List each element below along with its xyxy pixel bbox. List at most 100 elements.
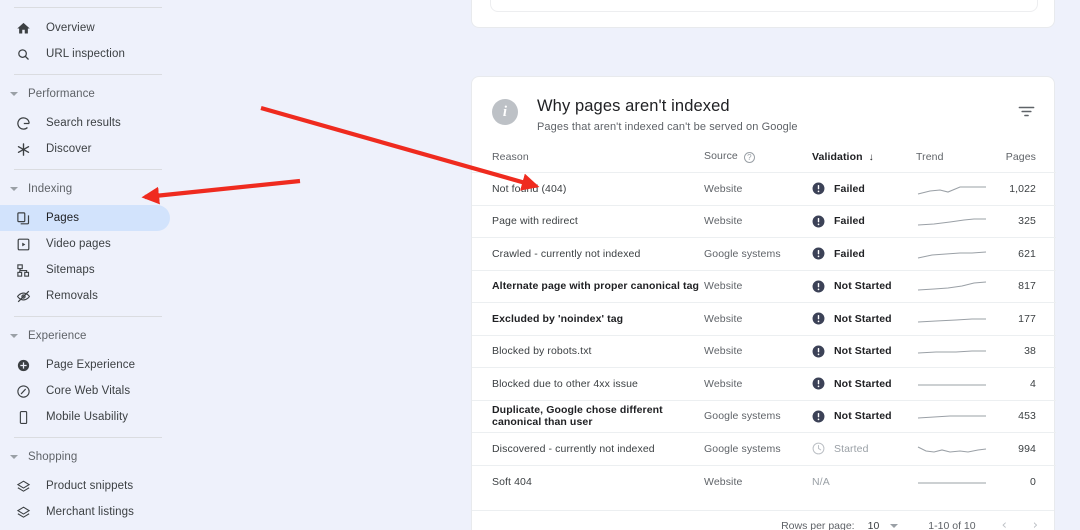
trend-sparkline <box>917 415 986 419</box>
home-icon <box>14 19 32 37</box>
cell-reason: Soft 404 <box>472 464 704 498</box>
table-row[interactable]: Blocked by robots.txt Website Not Started 3… <box>472 334 1056 368</box>
sidebar-item-discover[interactable]: Discover <box>0 136 170 162</box>
sidebar-item-merchant-listings[interactable]: Merchant listings <box>0 499 170 525</box>
validation-status-text: Not Started <box>834 410 892 423</box>
table-row[interactable]: Not found (404) Website Failed 1,022 <box>472 172 1056 205</box>
sidebar-item-label: Pages <box>46 212 80 224</box>
cell-pages: 0 <box>1002 464 1056 498</box>
validation-status-text: Not Started <box>834 280 892 293</box>
sidebar-item-overview[interactable]: Overview <box>0 15 170 41</box>
sidebar-item-label: Mobile Usability <box>46 411 129 423</box>
column-header-source[interactable]: Source? <box>704 150 812 173</box>
table-pagination: Rows per page: 10 1-10 of 10 ‹ › <box>472 510 1054 530</box>
table-row[interactable]: Discovered - currently not indexed Google… <box>472 432 1056 465</box>
error-exclamation-icon <box>812 345 825 358</box>
error-exclamation-icon <box>812 377 825 390</box>
error-exclamation-icon <box>812 312 825 325</box>
sidebar-section-performance[interactable]: Performance <box>0 82 170 106</box>
cell-validation: Not Started <box>812 399 916 433</box>
sidebar-item-pages[interactable]: Pages <box>0 205 170 231</box>
sidebar-item-core-web-vitals[interactable]: Core Web Vitals <box>0 378 170 404</box>
column-label-source: Source <box>704 150 738 162</box>
cell-source: Website <box>704 334 812 368</box>
table-row[interactable]: Alternate page with proper canonical tag… <box>472 269 1056 303</box>
sidebar-section-label: Shopping <box>28 451 78 463</box>
cell-trend <box>916 269 1002 303</box>
cell-validation: Started <box>812 432 916 465</box>
cell-trend <box>916 464 1002 498</box>
sidebar-item-label: Core Web Vitals <box>46 385 131 397</box>
table-row[interactable]: Crawled - currently not indexed Google sy… <box>472 237 1056 270</box>
table-row[interactable]: Duplicate, Google chose different canoni… <box>472 399 1056 433</box>
error-exclamation-icon <box>812 247 825 260</box>
column-header-pages[interactable]: Pages <box>1002 150 1056 173</box>
cell-source: Google systems <box>704 432 812 465</box>
sidebar-item-shopping-tab-listings[interactable]: Shopping tab listings <box>0 525 170 530</box>
trend-sparkline <box>917 318 986 323</box>
cell-pages: 994 <box>1002 432 1056 465</box>
chevron-down-icon[interactable] <box>890 523 899 528</box>
why-pages-arent-indexed-panel: i Why pages aren't indexed Pages that ar… <box>471 76 1056 530</box>
chevron-down-icon <box>10 334 18 338</box>
next-page-button[interactable]: › <box>1033 518 1038 530</box>
cell-reason: Alternate page with proper canonical tag <box>472 269 704 303</box>
sidebar-item-video-pages[interactable]: Video pages <box>0 231 170 257</box>
layers-icon <box>14 477 32 495</box>
indexing-reasons-table: Reason Source? Validation ↓ Trend Pages N… <box>472 150 1056 498</box>
column-label-validation: Validation <box>812 150 863 163</box>
table-row[interactable]: Excluded by 'noindex' tag Website Not Star… <box>472 302 1056 335</box>
sidebar-section-label: Indexing <box>28 183 73 195</box>
sidebar-item-label: Product snippets <box>46 480 134 492</box>
cell-trend <box>916 432 1002 465</box>
sidebar-item-url-inspection[interactable]: URL inspection <box>0 41 170 67</box>
column-header-trend[interactable]: Trend <box>916 150 1002 173</box>
view-indexed-pages-row[interactable]: View data about indexed pages › <box>490 0 1038 12</box>
mobile-phone-icon <box>14 408 32 426</box>
error-exclamation-icon <box>812 410 825 423</box>
validation-status-text: Failed <box>834 215 865 228</box>
sidebar-section-indexing[interactable]: Indexing <box>0 177 170 201</box>
cell-validation: Failed <box>812 237 916 270</box>
cell-source: Website <box>704 302 812 335</box>
table-row[interactable]: Page with redirect Website Failed 325 <box>472 204 1056 238</box>
cell-trend <box>916 172 1002 205</box>
sidebar-item-mobile-usability[interactable]: Mobile Usability <box>0 404 170 430</box>
sidebar-section-shopping[interactable]: Shopping <box>0 445 170 469</box>
error-exclamation-icon <box>812 280 825 293</box>
column-header-validation[interactable]: Validation ↓ <box>812 150 916 173</box>
sidebar-item-removals[interactable]: Removals <box>0 283 170 309</box>
table-row[interactable]: Soft 404 Website N/A 0 <box>472 464 1056 498</box>
cell-source: Google systems <box>704 399 812 433</box>
sidebar-item-sitemaps[interactable]: Sitemaps <box>0 257 170 283</box>
sidebar-navigation: Overview URL inspection Performance Sear… <box>0 0 232 530</box>
trend-sparkline <box>917 281 987 291</box>
sidebar-item-product-snippets[interactable]: Product snippets <box>0 473 170 499</box>
sidebar-item-search-results[interactable]: Search results <box>0 110 170 136</box>
sitemap-tree-icon <box>14 261 32 279</box>
trend-sparkline <box>917 218 986 226</box>
cell-source: Website <box>704 172 812 205</box>
column-header-reason[interactable]: Reason <box>472 150 704 173</box>
cell-trend <box>916 302 1002 335</box>
sidebar-divider-performance <box>14 74 162 75</box>
table-row[interactable]: Blocked due to other 4xx issue Website Not… <box>472 367 1056 400</box>
sidebar-item-page-experience[interactable]: Page Experience <box>0 352 170 378</box>
help-circle-icon[interactable]: ? <box>743 152 755 163</box>
panel-header: i Why pages aren't indexed Pages that ar… <box>472 77 1054 133</box>
speedometer-icon <box>14 382 32 400</box>
filter-funnel-icon[interactable] <box>1017 102 1036 126</box>
trend-sparkline <box>917 350 986 354</box>
cell-pages: 621 <box>1002 237 1056 270</box>
cell-source: Google systems <box>704 237 812 270</box>
error-exclamation-icon <box>812 215 825 228</box>
sidebar-section-experience[interactable]: Experience <box>0 324 170 348</box>
trend-sparkline <box>917 186 986 195</box>
cell-pages: 453 <box>1002 399 1056 433</box>
sidebar-divider-top <box>14 7 162 8</box>
rows-per-page-value[interactable]: 10 <box>868 520 880 530</box>
discover-asterisk-icon <box>14 140 32 158</box>
previous-page-button[interactable]: ‹ <box>1002 518 1007 530</box>
validation-status-text: Not Started <box>834 377 892 390</box>
info-circle-icon: i <box>492 99 518 125</box>
